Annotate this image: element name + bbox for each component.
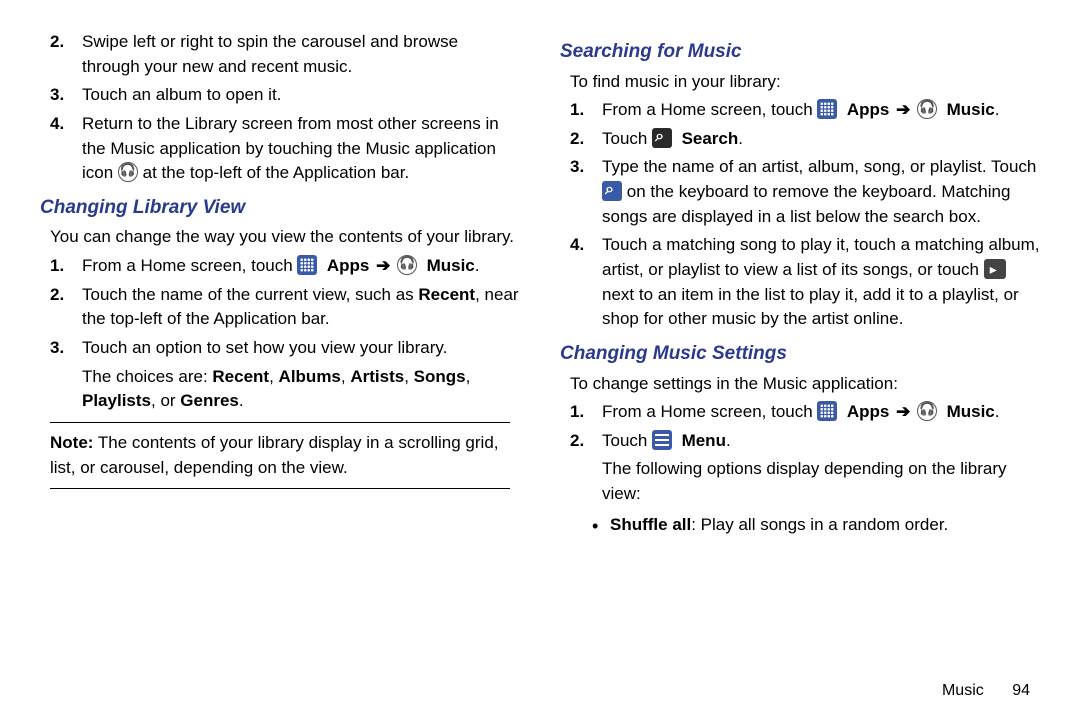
step-number: 4. xyxy=(570,233,584,258)
search-step-3: 3. Type the name of an artist, album, so… xyxy=(570,155,1040,229)
page-footer: Music 94 xyxy=(942,679,1030,702)
settings-subtext: The following options display depending … xyxy=(602,457,1040,506)
step-number: 3. xyxy=(50,336,64,361)
headphones-icon xyxy=(118,162,138,182)
note-text: The contents of your library display in … xyxy=(50,433,499,477)
library-view-steps: 1. From a Home screen, touch Apps ➔ Musi… xyxy=(50,254,520,414)
headphones-icon xyxy=(917,401,937,421)
note-label: Note: xyxy=(50,433,93,452)
search-step-1: 1. From a Home screen, touch Apps ➔ Musi… xyxy=(570,98,1040,123)
search-icon xyxy=(602,181,622,201)
bullet-label: Shuffle all xyxy=(610,515,691,534)
step-text: Swipe left or right to spin the carousel… xyxy=(82,32,458,76)
menu-icon xyxy=(652,430,672,450)
text: Touch an option to set how you view your… xyxy=(82,338,447,357)
divider xyxy=(50,422,510,423)
arrow-icon: ➔ xyxy=(894,402,912,421)
intro-text: To change settings in the Music applicat… xyxy=(570,372,1040,397)
search-steps: 1. From a Home screen, touch Apps ➔ Musi… xyxy=(570,98,1040,332)
apps-label: Apps xyxy=(322,256,369,275)
context-menu-icon xyxy=(984,259,1006,279)
step-number: 2. xyxy=(50,30,64,55)
page-number: 94 xyxy=(1012,682,1030,699)
note-block: Note: The contents of your library displ… xyxy=(50,431,510,480)
text: From a Home screen, touch xyxy=(82,256,297,275)
left-column: 2. Swipe left or right to spin the carou… xyxy=(40,30,520,537)
choices-line: The choices are: Recent, Albums, Artists… xyxy=(82,365,520,414)
step-number: 1. xyxy=(50,254,64,279)
step-number: 3. xyxy=(50,83,64,108)
text: Touch the name of the current view, such… xyxy=(82,285,418,304)
step-number: 2. xyxy=(50,283,64,308)
music-label: Music xyxy=(422,256,475,275)
apps-icon xyxy=(817,401,837,421)
heading-changing-library-view: Changing Library View xyxy=(40,194,520,222)
lib-step-2: 2. Touch the name of the current view, s… xyxy=(50,283,520,332)
step-text-b: at the top-left of the Application bar. xyxy=(143,163,410,182)
settings-steps: 1. From a Home screen, touch Apps ➔ Musi… xyxy=(570,400,1040,507)
intro-text: You can change the way you view the cont… xyxy=(50,225,520,250)
step-number: 3. xyxy=(570,155,584,180)
arrow-icon: ➔ xyxy=(894,100,912,119)
step-2: 2. Swipe left or right to spin the carou… xyxy=(50,30,520,79)
apps-icon xyxy=(817,99,837,119)
step-number: 1. xyxy=(570,400,584,425)
headphones-icon xyxy=(917,99,937,119)
bullet-shuffle-all: Shuffle all: Play all songs in a random … xyxy=(592,513,1040,538)
right-column: Searching for Music To find music in you… xyxy=(560,30,1040,537)
lib-step-1: 1. From a Home screen, touch Apps ➔ Musi… xyxy=(50,254,520,279)
step-number: 4. xyxy=(50,112,64,137)
step-number: 1. xyxy=(570,98,584,123)
settings-step-1: 1. From a Home screen, touch Apps ➔ Musi… xyxy=(570,400,1040,425)
divider xyxy=(50,488,510,489)
step-3: 3. Touch an album to open it. xyxy=(50,83,520,108)
apps-icon xyxy=(297,255,317,275)
heading-changing-music-settings: Changing Music Settings xyxy=(560,340,1040,368)
lib-step-3: 3. Touch an option to set how you view y… xyxy=(50,336,520,414)
page-body: 2. Swipe left or right to spin the carou… xyxy=(0,0,1080,547)
heading-searching-for-music: Searching for Music xyxy=(560,38,1040,66)
search-step-4: 4. Touch a matching song to play it, tou… xyxy=(570,233,1040,332)
section-name: Music xyxy=(942,682,984,699)
step-4: 4. Return to the Library screen from mos… xyxy=(50,112,520,186)
bullet-text: : Play all songs in a random order. xyxy=(691,515,948,534)
search-icon xyxy=(652,128,672,148)
step-number: 2. xyxy=(570,127,584,152)
step-number: 2. xyxy=(570,429,584,454)
step-text: Touch an album to open it. xyxy=(82,85,281,104)
headphones-icon xyxy=(397,255,417,275)
intro-text: To find music in your library: xyxy=(570,70,1040,95)
carousel-steps: 2. Swipe left or right to spin the carou… xyxy=(50,30,520,186)
arrow-icon: ➔ xyxy=(374,256,392,275)
search-step-2: 2. Touch Search. xyxy=(570,127,1040,152)
settings-step-2: 2. Touch Menu. The following options dis… xyxy=(570,429,1040,507)
